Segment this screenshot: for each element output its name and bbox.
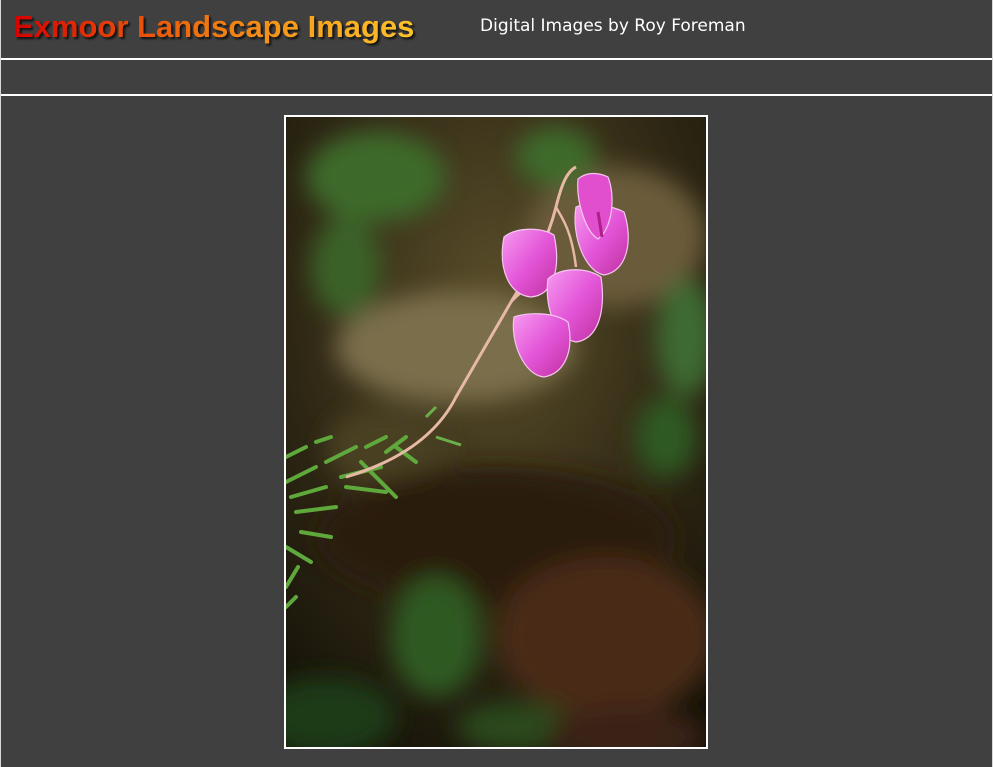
- site-logo-title[interactable]: Exmoor Landscape Images: [13, 9, 414, 45]
- site-header: Exmoor Landscape Images Digital Images b…: [1, 0, 992, 58]
- main-photo[interactable]: [284, 115, 708, 749]
- site-byline: Digital Images by Roy Foreman: [480, 16, 746, 36]
- page: Exmoor Landscape Images Digital Images b…: [0, 0, 993, 767]
- header-divider-bottom: [1, 94, 992, 96]
- heather-flower-image: [286, 117, 706, 747]
- navigation-bar: [1, 60, 992, 94]
